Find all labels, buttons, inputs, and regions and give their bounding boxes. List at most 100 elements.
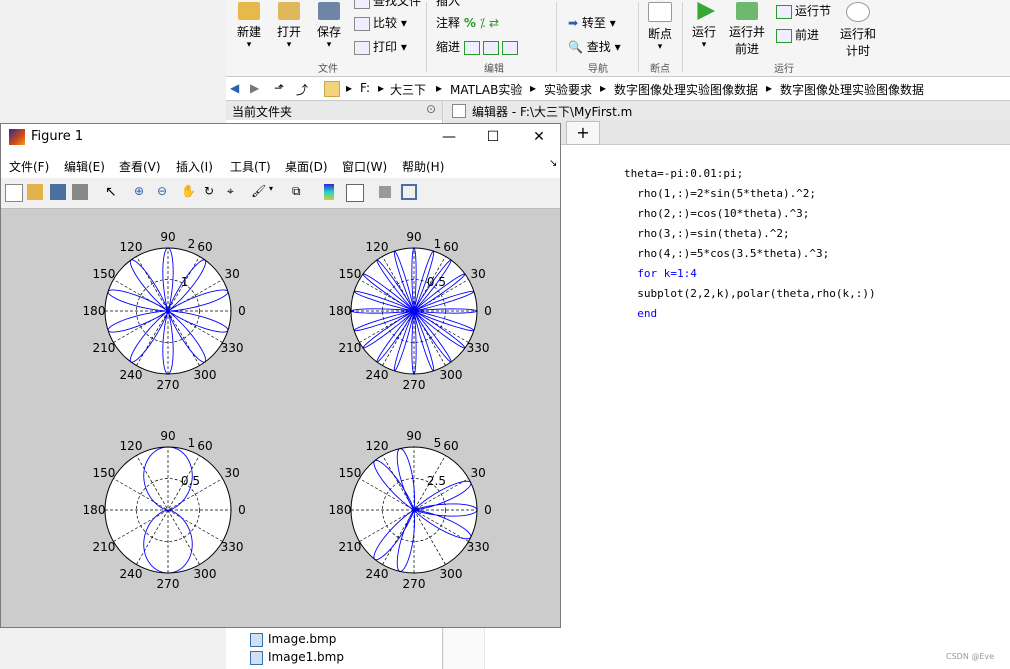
open-button[interactable]: 打开 ▾ (274, 2, 304, 50)
breakpoint-icon (648, 2, 672, 22)
data-cursor-icon[interactable]: ⌖ (227, 184, 243, 200)
indent-button[interactable]: 缩进 (436, 38, 521, 55)
angle-tick-label: 240 (120, 368, 143, 382)
angle-tick-label: 300 (194, 567, 217, 581)
menu-file[interactable]: 文件(F) (9, 158, 49, 175)
open-file-icon[interactable] (27, 184, 43, 200)
clock-icon (846, 2, 870, 22)
add-tab-button[interactable]: + (566, 121, 600, 145)
brush-dropdown-icon[interactable]: ▾ (269, 184, 285, 200)
colorbar-icon[interactable] (324, 184, 334, 200)
pointer-icon[interactable]: ↖ (105, 184, 121, 200)
breadcrumb-folder[interactable]: 实验要求 (544, 81, 592, 98)
up-folder-icon[interactable]: ⬏ (274, 81, 284, 95)
angle-tick-label: 240 (366, 368, 389, 382)
new-button[interactable]: 新建 ▾ (234, 2, 264, 50)
angle-tick-label: 270 (157, 378, 180, 392)
compare-button[interactable]: 比较 ▾ (354, 14, 407, 31)
print-button[interactable]: 打印 ▾ (354, 38, 407, 55)
run-and-time-button[interactable]: 运行和 计时 (838, 2, 878, 59)
zoom-out-icon[interactable]: ⊖ (157, 184, 173, 200)
ribbon-divider (682, 2, 683, 72)
insert-button[interactable]: 插入 (436, 0, 460, 9)
maximize-button[interactable]: ☐ (473, 127, 513, 147)
new-file-icon (238, 2, 260, 20)
angle-tick-label: 270 (403, 378, 426, 392)
browse-folder-icon[interactable]: ⤴ (296, 81, 308, 98)
code-line: end (624, 307, 658, 320)
save-button[interactable]: 保存 ▾ (314, 2, 344, 50)
angle-tick-label: 120 (120, 240, 143, 254)
run-and-advance-button[interactable]: 运行并 前进 (726, 2, 768, 57)
code-line: theta=-pi:0.01:pi; (624, 167, 744, 180)
minimize-button[interactable]: — (429, 127, 469, 147)
run-button[interactable]: 运行 ▾ (688, 2, 720, 50)
angle-tick-label: 120 (366, 439, 389, 453)
radial-tick-label: 0.5 (181, 474, 200, 488)
menu-window[interactable]: 窗口(W) (342, 158, 387, 175)
print-figure-icon[interactable] (72, 184, 88, 200)
close-button[interactable]: ✕ (519, 127, 559, 147)
find-files-button[interactable]: 查找文件 (354, 0, 421, 9)
pan-hand-icon[interactable]: ✋ (181, 184, 197, 200)
breakpoints-button[interactable]: 断点 ▾ (644, 2, 676, 52)
path-separator-icon: ▸ (346, 81, 353, 95)
editor-header: 编辑器 - F:\大三下\MyFirst.m (444, 101, 1010, 120)
angle-tick-label: 150 (92, 466, 115, 480)
angle-tick-label: 180 (83, 503, 106, 517)
angle-tick-label: 0 (238, 503, 246, 517)
forward-arrow-icon[interactable]: ▶ (250, 81, 259, 95)
radial-tick-label: 0.5 (427, 275, 446, 289)
file-item[interactable]: Image1.bmp (250, 650, 344, 665)
group-label-edit: 编辑 (484, 64, 504, 75)
breadcrumb-drive[interactable]: F: (360, 81, 370, 95)
breadcrumb-folder[interactable]: 数字图像处理实验图像数据 (780, 81, 924, 98)
angle-tick-label: 330 (221, 341, 244, 355)
angle-tick-label: 240 (366, 567, 389, 581)
angle-tick-label: 30 (470, 466, 485, 480)
goto-button[interactable]: ➡ 转至 ▾ (568, 14, 616, 31)
link-plot-icon[interactable]: ⧉ (292, 184, 308, 200)
angle-tick-label: 180 (83, 304, 106, 318)
zoom-in-icon[interactable]: ⊕ (134, 184, 150, 200)
editor-ribbon: 新建 ▾ 打开 ▾ 保存 ▾ 查找文件 比较 ▾ 打印 ▾ 文件 插入 注释 % ⁒ … (226, 0, 1010, 77)
new-figure-icon[interactable] (5, 184, 23, 202)
save-figure-icon[interactable] (50, 184, 66, 200)
breadcrumb-folder[interactable]: 大三下 (390, 81, 426, 98)
advance-button[interactable]: 前进 (776, 26, 819, 43)
brush-icon[interactable]: 🖌 (251, 184, 267, 200)
menu-desktop[interactable]: 桌面(D) (285, 158, 328, 175)
menu-view[interactable]: 查看(V) (119, 158, 161, 175)
run-section-icon (776, 4, 792, 19)
angle-tick-label: 60 (443, 439, 458, 453)
angle-tick-label: 60 (197, 439, 212, 453)
show-plot-tools-icon[interactable] (401, 184, 417, 200)
back-arrow-icon[interactable]: ◀ (230, 81, 239, 95)
breadcrumb-folder[interactable]: MATLAB实验 (450, 81, 522, 98)
code-line: subplot(2,2,k),polar(theta,rho(k,:)) (624, 287, 876, 300)
menu-insert[interactable]: 插入(I) (176, 158, 213, 175)
legend-icon[interactable] (346, 184, 364, 202)
comment-button[interactable]: 注释 % ⁒ ⇄ (436, 14, 499, 31)
menu-help[interactable]: 帮助(H) (402, 158, 444, 175)
menu-tools[interactable]: 工具(T) (230, 158, 271, 175)
menu-edit[interactable]: 编辑(E) (64, 158, 105, 175)
breadcrumb-folder[interactable]: 数字图像处理实验图像数据 (614, 81, 758, 98)
angle-tick-label: 210 (338, 341, 361, 355)
angle-tick-label: 0 (238, 304, 246, 318)
angle-tick-label: 300 (440, 368, 463, 382)
find-files-icon (354, 0, 370, 9)
panel-menu-icon[interactable]: ⊙ (426, 102, 436, 116)
ribbon-divider (638, 2, 639, 72)
find-button[interactable]: 🔍 查找 ▾ (568, 38, 621, 55)
rotate-3d-icon[interactable]: ↻ (204, 184, 220, 200)
radial-tick-label: 2.5 (427, 474, 446, 488)
dock-arrow-icon[interactable]: ↘ (549, 158, 557, 169)
angle-tick-label: 210 (92, 341, 115, 355)
file-item[interactable]: Image.bmp (250, 632, 336, 647)
indent-icon (482, 40, 499, 55)
smart-indent-icon (463, 40, 480, 55)
hide-plot-tools-icon[interactable] (379, 186, 391, 198)
run-section-button[interactable]: 运行节 (776, 2, 831, 19)
angle-tick-label: 120 (120, 439, 143, 453)
